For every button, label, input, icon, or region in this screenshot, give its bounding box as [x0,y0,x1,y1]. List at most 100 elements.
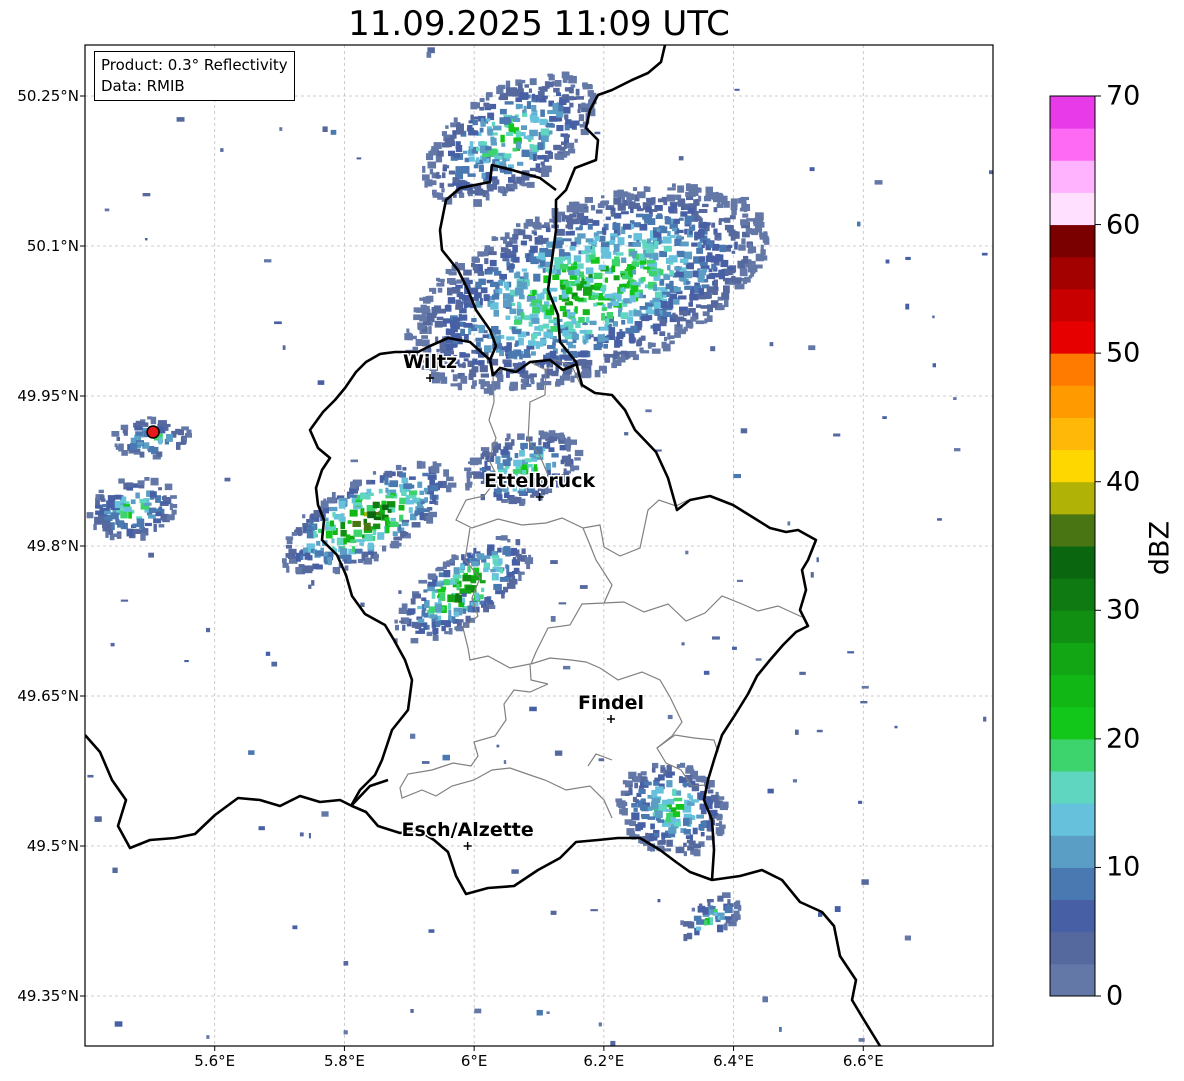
echo-pixel [385,487,389,493]
echo-pixel [663,343,670,348]
echo-pixel [426,631,433,637]
echo-pixel [594,282,603,287]
echo-pixel [176,117,185,122]
echo-pixel [686,196,694,201]
echo-pixel [695,304,702,308]
echo-pixel [695,320,705,325]
echo-pixel [648,271,657,277]
echo-pixel [486,246,494,251]
echo-pixel [279,127,283,131]
echo-pixel [634,782,639,789]
echo-pixel [523,272,529,280]
echo-pixel [505,87,515,94]
echo-pixel [102,523,112,532]
echo-pixel [454,611,459,617]
echo-pixel [427,474,437,480]
echo-pixel [674,331,681,338]
echo-pixel [429,287,436,292]
colorbar-segment [1050,96,1095,129]
echo-pixel [540,161,545,166]
echo-pixel [604,355,611,363]
echo-pixel [662,236,672,244]
echo-pixel [112,867,118,873]
echo-pixel [669,340,675,345]
echo-pixel [431,314,435,323]
echo-pixel [481,587,485,593]
echo-pixel [515,97,522,103]
echo-pixel [581,107,589,113]
lon-tick-label: 5.6°E [194,1052,236,1070]
echo-pixel [483,605,489,613]
echo-pixel [688,203,694,208]
echo-pixel [435,603,442,612]
colorbar-segment [1050,610,1095,643]
echo-pixel [644,781,652,786]
echo-pixel [433,305,442,310]
colorbar [1049,95,1101,997]
echo-pixel [437,192,444,200]
echo-pixel [636,339,641,345]
echo-pixel [499,273,507,280]
echo-pixel [575,96,584,100]
echo-pixel [584,245,591,253]
echo-pixel [484,345,490,353]
echo-pixel [424,600,430,609]
echo-pixel [524,84,529,88]
echo-pixel [696,247,704,254]
echo-pixel [282,558,287,564]
echo-pixel [148,552,154,558]
echo-pixel [734,285,739,290]
echo-pixel [423,589,428,593]
echo-pixel [644,302,649,306]
echo-pixel [607,302,612,309]
echo-pixel [464,467,472,472]
echo-pixel [503,760,507,764]
echo-pixel [750,271,755,277]
echo-pixel [506,342,512,348]
echo-pixel [428,929,435,933]
echo-pixel [458,602,465,608]
echo-pixel [579,585,588,589]
echo-pixel [748,243,752,250]
echo-pixel [435,620,442,626]
colorbar-tick-label: 10 [1106,851,1141,883]
echo-pixel [624,780,633,785]
echo-pixel [449,558,455,563]
echo-pixel [702,268,708,273]
echo-pixel [473,471,482,479]
echo-pixel [471,102,480,109]
echo-pixel [353,502,362,506]
echo-pixel [470,114,474,121]
echo-pixel [409,476,416,480]
echo-pixel [741,259,745,264]
echo-pixel [499,350,504,357]
echo-pixel [632,270,637,275]
echo-pixel [676,764,681,769]
echo-pixel [700,832,705,837]
echo-pixel [475,337,484,342]
echo-pixel [560,284,566,290]
echo-pixel [507,295,514,303]
lon-tick-label: 6.2°E [583,1052,625,1070]
colorbar-label: dBZ [1144,520,1176,576]
echo-pixel [549,116,557,122]
echo-pixel [410,733,416,739]
echo-pixel [728,266,735,271]
echo-pixel [258,826,265,831]
echo-pixel [448,150,455,157]
echo-pixel [118,443,124,452]
echo-pixel [367,511,376,519]
echo-pixel [417,618,425,623]
echo-pixel [574,449,584,457]
colorbar-segment [1050,738,1095,772]
echo-pixel [436,316,444,321]
echo-pixel [698,288,705,296]
echo-pixel [486,92,493,98]
echo-pixel [616,339,623,347]
echo-pixel [184,660,189,663]
echo-pixel [696,926,702,931]
colorbar-segment [1050,224,1095,258]
echo-pixel [521,125,528,130]
echo-pixel [401,603,408,609]
echo-pixel [713,192,718,199]
